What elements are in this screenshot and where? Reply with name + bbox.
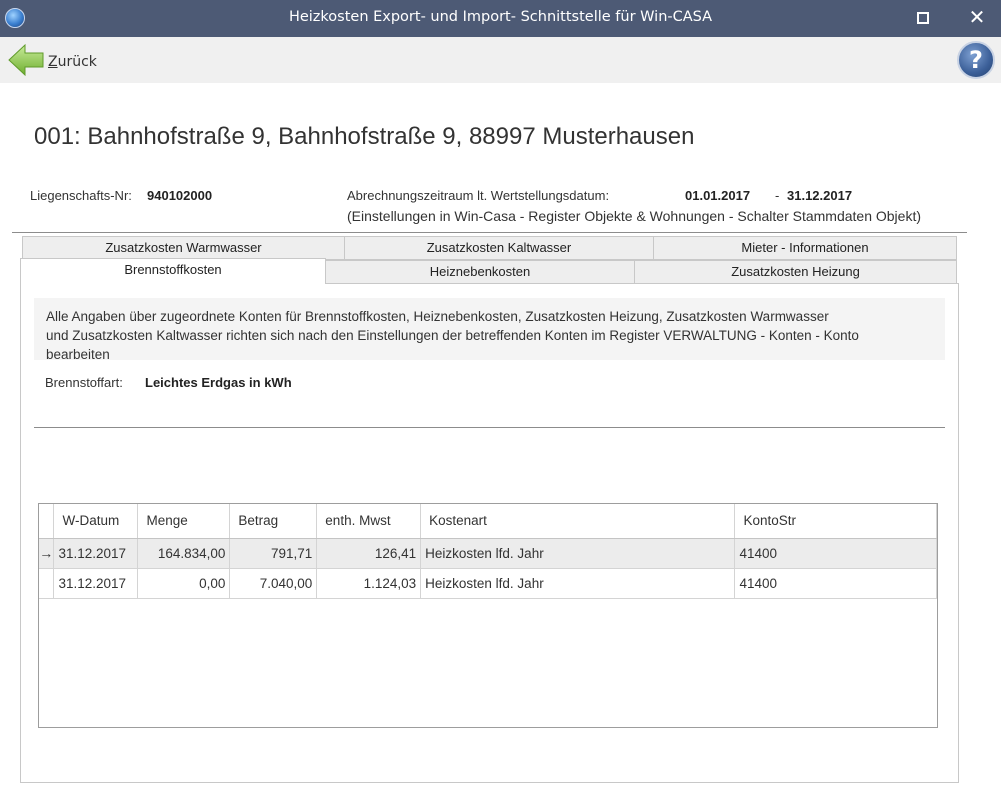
cell-datum[interactable]: 31.12.2017 (53, 538, 139, 569)
help-icon[interactable]: ? (957, 41, 995, 79)
window-title: Heizkosten Export- und Import- Schnittst… (288, 9, 713, 25)
cell-betrag[interactable]: 7.040,00 (229, 568, 318, 599)
zeitraum-label: Abrechnungszeitraum lt. Wertstellungsdat… (347, 188, 610, 203)
data-grid[interactable]: W-Datum Menge Betrag enth. Mwst Kostenar… (38, 503, 938, 728)
zeitraum-from: 01.01.2017 (685, 188, 751, 203)
column-header-w-datum[interactable]: W-Datum (53, 504, 139, 539)
tab-zusatzkosten-warmwasser[interactable]: Zusatzkosten Warmwasser (22, 236, 345, 260)
toolbar: Zurück ? (0, 37, 1001, 83)
panel-divider (34, 427, 945, 428)
info-line: und Zusatzkosten Kaltwasser richten sich… (46, 328, 859, 343)
brennstoffart-value: Leichtes Erdgas in kWh (145, 375, 292, 390)
title-bar: Heizkosten Export- und Import- Schnittst… (0, 0, 1001, 37)
header-divider (12, 232, 967, 233)
tab-mieter-informationen[interactable]: Mieter - Informationen (653, 236, 957, 260)
back-arrow-icon (8, 43, 44, 77)
cell-mwst[interactable]: 1.124,03 (316, 568, 422, 599)
column-header-kontostr[interactable]: KontoStr (734, 504, 937, 539)
maximize-icon[interactable] (917, 12, 929, 24)
data-table: W-Datum Menge Betrag enth. Mwst Kostenar… (39, 504, 937, 599)
cell-betrag[interactable]: 791,71 (229, 538, 318, 569)
cell-menge[interactable]: 0,00 (137, 568, 231, 599)
zeitraum-to: 31.12.2017 (787, 188, 853, 203)
tab-brennstoffkosten[interactable]: Brennstoffkosten (20, 258, 326, 284)
liegenschaft-label: Liegenschafts-Nr: (30, 188, 132, 203)
info-line: Alle Angaben über zugeordnete Konten für… (46, 309, 829, 324)
cell-mwst[interactable]: 126,41 (316, 538, 422, 569)
cell-konto[interactable]: 41400 (734, 568, 937, 599)
cell-menge[interactable]: 164.834,00 (137, 538, 231, 569)
cell-kostenart[interactable]: Heizkosten lfd. Jahr (420, 538, 736, 569)
object-title: 001: Bahnhofstraße 9, Bahnhofstraße 9, 8… (34, 123, 695, 150)
tab-heiznebenkosten[interactable]: Heiznebenkosten (325, 260, 635, 284)
zeitraum-separator: - (775, 188, 780, 203)
tab-zusatzkosten-heizung[interactable]: Zusatzkosten Heizung (634, 260, 957, 284)
cell-datum[interactable]: 31.12.2017 (53, 568, 139, 599)
row-indicator-header (39, 504, 55, 539)
info-line: bearbeiten (46, 347, 110, 360)
liegenschaft-value: 940102000 (147, 188, 213, 203)
cell-konto[interactable]: 41400 (734, 538, 937, 569)
settings-note: (Einstellungen in Win-Casa - Register Ob… (347, 208, 922, 224)
cell-kostenart[interactable]: Heizkosten lfd. Jahr (420, 568, 736, 599)
brennstoffart-label: Brennstoffart: (45, 375, 123, 390)
column-header-betrag[interactable]: Betrag (229, 504, 318, 539)
tab-zusatzkosten-kaltwasser[interactable]: Zusatzkosten Kaltwasser (344, 236, 654, 260)
back-button[interactable]: Zurück (7, 41, 97, 79)
column-header-kostenart[interactable]: Kostenart (420, 504, 736, 539)
table-header-row: W-Datum Menge Betrag enth. Mwst Kostenar… (39, 504, 937, 539)
column-header-menge[interactable]: Menge (137, 504, 231, 539)
table-row[interactable]: → 31.12.2017 164.834,00 791,71 126,41 He… (39, 538, 937, 569)
table-row[interactable]: 31.12.2017 0,00 7.040,00 1.124,03 Heizko… (39, 568, 937, 599)
close-icon[interactable]: ✕ (966, 5, 988, 29)
back-label: Zurück (48, 53, 97, 70)
column-header-mwst[interactable]: enth. Mwst (316, 504, 422, 539)
info-box: Alle Angaben über zugeordnete Konten für… (34, 298, 945, 360)
row-indicator (39, 568, 55, 599)
row-indicator-arrow-icon: → (39, 538, 55, 569)
